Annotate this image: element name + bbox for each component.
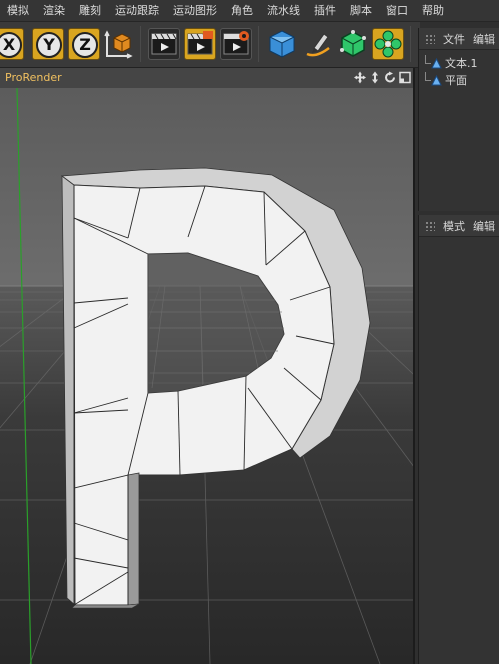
object-name: 文本.1 <box>445 57 478 70</box>
render-view-icon <box>151 33 177 55</box>
cloner-icon <box>374 30 402 58</box>
object-row-text[interactable]: 文本.1 <box>419 55 499 72</box>
viewport-header: ProRender <box>0 68 413 88</box>
menu-pipeline[interactable]: 流水线 <box>260 0 307 22</box>
menu-help[interactable]: 帮助 <box>415 0 451 22</box>
menu-window[interactable]: 窗口 <box>379 0 415 22</box>
render-view-button[interactable] <box>148 28 180 60</box>
object-name: 平面 <box>445 74 467 87</box>
cube-button[interactable] <box>266 28 298 60</box>
menu-simulate[interactable]: 模拟 <box>0 0 36 22</box>
menu-motion-tracking[interactable]: 运动跟踪 <box>108 0 166 22</box>
x-axis-icon: X <box>0 32 22 58</box>
text-icon <box>431 58 442 69</box>
y-axis-icon: Y <box>36 32 62 58</box>
menu-render[interactable]: 渲染 <box>36 0 72 22</box>
menu-sculpt[interactable]: 雕刻 <box>72 0 108 22</box>
z-axis-icon: Z <box>72 32 98 58</box>
viewport-title: ProRender <box>5 71 62 84</box>
objects-panel-header: 文件 编辑 <box>419 28 499 50</box>
cloner-button[interactable] <box>372 28 404 60</box>
render-picture-viewer-icon <box>187 31 213 55</box>
viewport[interactable]: ProRender <box>0 68 415 664</box>
render-picture-viewer-button[interactable] <box>184 28 216 60</box>
attributes-tab-edit[interactable]: 编辑 <box>473 218 495 234</box>
objects-tab-file[interactable]: 文件 <box>443 31 465 47</box>
objects-panel: 文件 编辑 文本.1 平面 <box>418 28 499 211</box>
toolbar: X Y Z <box>0 22 420 68</box>
viewport-nav-icons <box>354 71 411 84</box>
menu-character[interactable]: 角色 <box>224 0 260 22</box>
object-row-plane[interactable]: 平面 <box>419 72 499 89</box>
menu-script[interactable]: 脚本 <box>343 0 379 22</box>
attributes-tab-mode[interactable]: 模式 <box>443 218 465 234</box>
subdivision-icon <box>340 30 366 57</box>
menu-bar: 模拟 渲染 雕刻 运动跟踪 运动图形 角色 流水线 插件 脚本 窗口 帮助 <box>0 0 499 22</box>
coordinate-system-icon <box>104 30 133 59</box>
attributes-panel: 模式 编辑 <box>418 215 499 664</box>
y-axis-button[interactable]: Y <box>32 28 64 60</box>
z-axis-button[interactable]: Z <box>68 28 100 60</box>
render-settings-icon <box>223 31 249 55</box>
panel-grip-icon[interactable] <box>425 33 435 44</box>
maximize-view-icon[interactable] <box>399 71 411 84</box>
rotate-view-icon[interactable] <box>384 71 396 84</box>
attributes-panel-header: 模式 编辑 <box>419 215 499 237</box>
objects-tab-edit[interactable]: 编辑 <box>473 31 495 47</box>
plane-icon <box>431 75 442 86</box>
coordinate-system-button[interactable] <box>102 28 134 60</box>
zoom-view-icon[interactable] <box>369 71 381 84</box>
subdivision-button[interactable] <box>337 28 369 60</box>
panel-grip-icon[interactable] <box>425 220 435 231</box>
move-view-icon[interactable] <box>354 71 366 84</box>
x-axis-button[interactable]: X <box>0 28 24 60</box>
cube-icon <box>269 30 295 58</box>
viewport-scene <box>0 88 413 664</box>
pen-button[interactable] <box>302 28 334 60</box>
menu-mograph[interactable]: 运动图形 <box>166 0 224 22</box>
toolbar-separator <box>410 26 411 62</box>
toolbar-separator <box>258 26 259 62</box>
toolbar-separator <box>140 26 141 62</box>
menu-plugins[interactable]: 插件 <box>307 0 343 22</box>
render-settings-button[interactable] <box>220 28 252 60</box>
pen-icon <box>306 33 330 57</box>
